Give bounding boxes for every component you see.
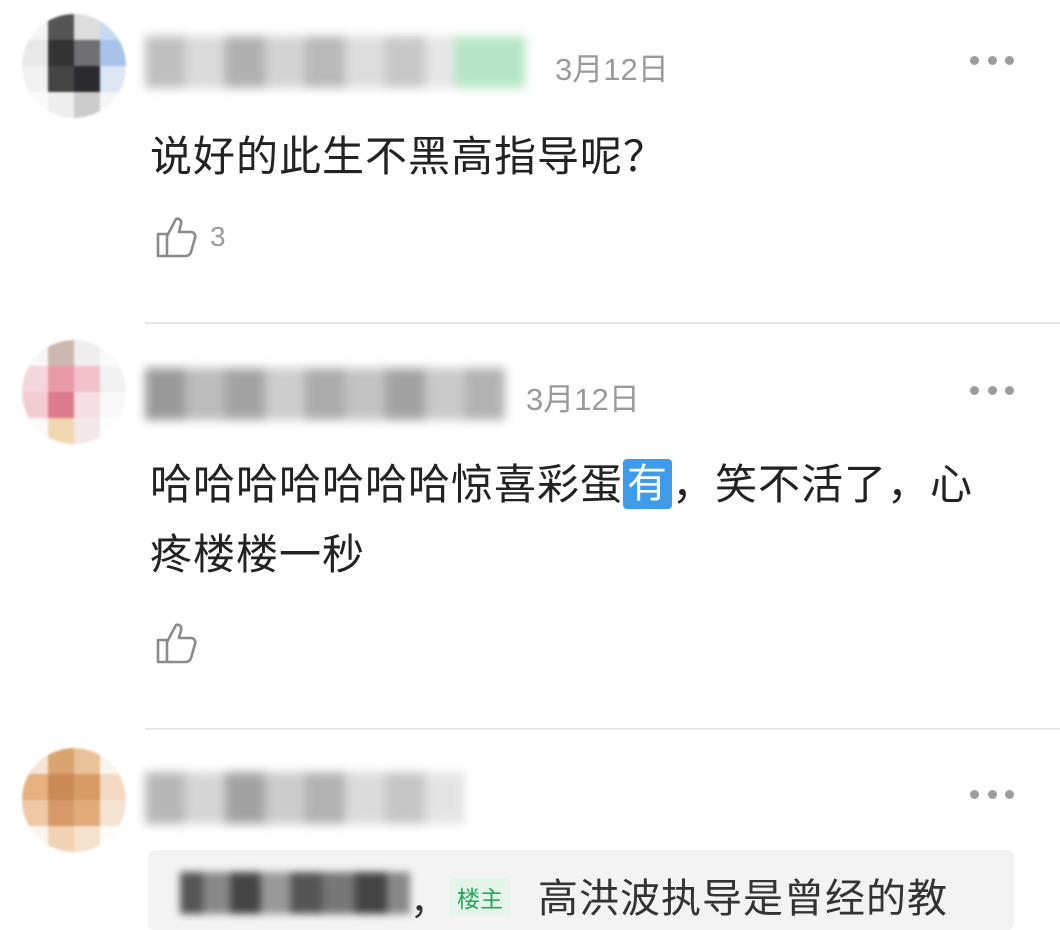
username-blurred[interactable] (145, 368, 505, 420)
divider (145, 322, 1060, 324)
quote-text: 高洪波执导是曾经的教 (538, 876, 948, 922)
username-blurred[interactable] (145, 772, 465, 824)
like-button[interactable]: 3 (154, 214, 226, 260)
thumbs-up-icon (156, 217, 197, 258)
quoted-reply: ， 楼主 高洪波执导是曾经的教 (148, 850, 1014, 930)
comment-text: 哈哈哈哈哈哈哈惊喜彩蛋 有，笑不活了，心疼楼楼一秒 (150, 450, 990, 590)
comment-date: 3月12日 (555, 52, 669, 87)
avatar[interactable] (22, 14, 126, 118)
divider (145, 728, 1060, 730)
comment-text-part: 哈哈哈哈哈哈哈惊喜彩蛋 (150, 460, 624, 509)
avatar[interactable] (22, 748, 126, 852)
like-count: 3 (210, 221, 226, 252)
more-dots-icon[interactable] (970, 54, 1014, 66)
op-badge: 楼主 (450, 878, 510, 916)
comment-date: 3月12日 (526, 382, 640, 417)
avatar[interactable] (22, 340, 126, 444)
inline-tag: 有 (623, 459, 673, 509)
more-dots-icon[interactable] (970, 384, 1014, 396)
thumbs-up-icon (156, 623, 197, 664)
quoted-username-blurred (180, 872, 410, 914)
like-button[interactable] (154, 620, 210, 666)
comment-text: 说好的此生不黑高指导呢？ (150, 132, 667, 181)
more-dots-icon[interactable] (970, 788, 1014, 800)
quote-comma: ， (410, 879, 449, 923)
username-blurred[interactable] (145, 36, 525, 88)
